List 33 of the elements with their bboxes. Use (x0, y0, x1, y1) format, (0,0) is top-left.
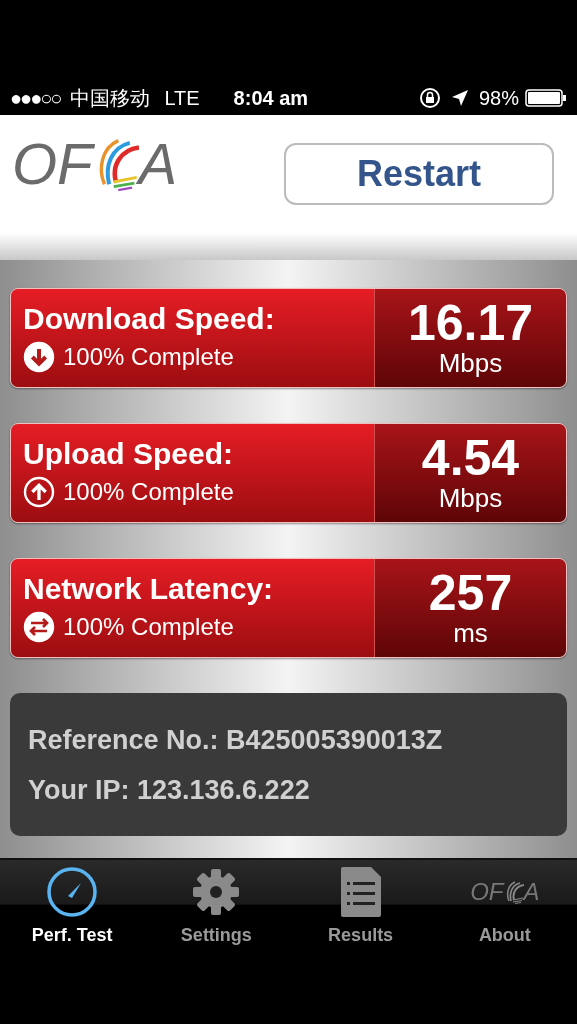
result-title: Download Speed: (23, 301, 276, 337)
result-value: 257 (428, 568, 513, 618)
progress-text: 100% Complete (63, 477, 234, 507)
tab-bar-item[interactable]: Settings (144, 860, 289, 958)
result-value: 4.54 (421, 433, 520, 483)
result-value: 16.17 (407, 298, 534, 348)
result-title: Upload Speed: (23, 436, 234, 472)
rotation-lock-icon (418, 86, 441, 109)
gauge-icon (46, 866, 99, 918)
tab-bar-item[interactable]: OF A About (432, 860, 577, 958)
tab-bar-item[interactable]: Results (288, 860, 433, 958)
signal-strength: ●●●○○ (10, 85, 61, 111)
ofca-logo: OF A (12, 135, 178, 193)
location-icon (450, 88, 469, 107)
result-title: Network Latency: (23, 571, 275, 607)
battery-percent: 98% (478, 85, 519, 111)
tab-bar-item[interactable]: Perf. Test (0, 860, 145, 958)
result-unit: ms (453, 618, 488, 648)
swap-arrows-icon (23, 611, 55, 643)
settings-icon (191, 867, 242, 917)
info-text: Reference No.: B425005390013Z (28, 724, 444, 755)
carrier-name: 中国移动 (70, 85, 151, 111)
result-unit: Mbps (438, 348, 503, 378)
info-text: Your IP: 123.136.6.222 (28, 774, 311, 805)
ofca-logo: OF A (470, 880, 540, 904)
network-type: LTE (164, 85, 200, 111)
document-icon (339, 866, 382, 918)
progress-text: 100% Complete (63, 612, 234, 642)
status-time: 8:04 am (233, 85, 309, 111)
progress-text: 100% Complete (63, 342, 234, 372)
restart-button[interactable]: Restart (284, 143, 554, 205)
battery-icon (525, 87, 567, 108)
result-unit: Mbps (438, 483, 503, 513)
